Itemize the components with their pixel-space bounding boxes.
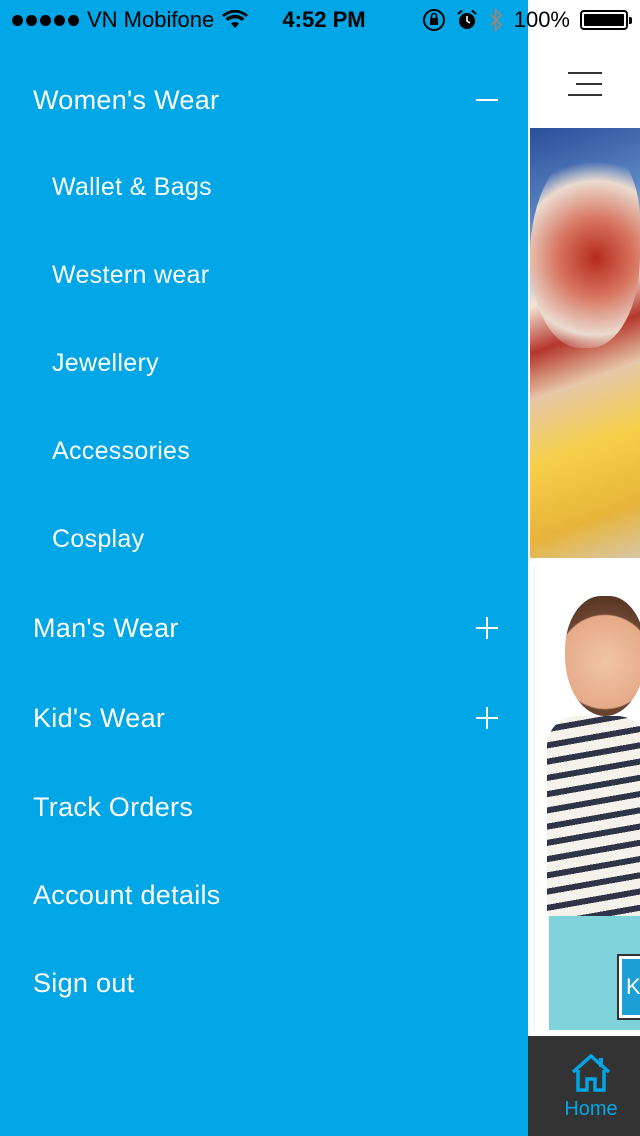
status-time: 4:52 PM <box>282 7 366 32</box>
menu-item-western-wear[interactable]: Western wear <box>0 235 528 315</box>
side-drawer: Women's Wear Wallet & Bags Western wear … <box>0 0 528 1136</box>
wifi-icon <box>222 10 249 28</box>
menu-item-label: Jewellery <box>52 348 159 377</box>
carrier-name: VN Mobifone <box>87 7 215 32</box>
tab-bar: Home <box>528 1036 640 1136</box>
orientation-lock-icon <box>422 9 445 31</box>
menu-item-label: Kid's Wear <box>33 702 166 733</box>
banner-image-seashell[interactable] <box>530 128 640 558</box>
menu-item-track-orders[interactable]: Track Orders <box>0 767 528 847</box>
banner-badge: K <box>619 956 640 1018</box>
signal-strength-icon <box>12 14 79 26</box>
menu-icon[interactable] <box>568 70 602 98</box>
menu-item-accessories[interactable]: Accessories <box>0 411 528 491</box>
menu-item-womens-wear[interactable]: Women's Wear <box>0 60 528 140</box>
expand-plus-icon[interactable] <box>476 707 498 729</box>
status-bar: VN Mobifone 4:52 PM 100% <box>0 0 640 40</box>
menu-item-label: Accessories <box>52 436 191 465</box>
menu-item-label: Cosplay <box>52 524 145 553</box>
seashell-image <box>530 148 640 348</box>
menu-item-label: Sign out <box>33 967 135 998</box>
menu-item-wallet-bags[interactable]: Wallet & Bags <box>0 147 528 227</box>
alarm-icon <box>457 9 477 29</box>
expand-plus-icon[interactable] <box>476 617 498 639</box>
status-right: 100% <box>422 0 632 40</box>
menu-item-label: Wallet & Bags <box>52 172 212 201</box>
banner-image-kids[interactable]: K <box>534 566 640 1030</box>
menu-item-label: Track Orders <box>33 791 194 822</box>
tab-home-label: Home <box>564 1097 618 1120</box>
home-icon <box>571 1053 611 1092</box>
collapse-minus-icon[interactable] <box>476 89 498 111</box>
menu-item-label: Women's Wear <box>33 84 220 115</box>
kid-photo <box>565 596 640 716</box>
main-content: K Home <box>528 0 640 1136</box>
bluetooth-icon <box>489 7 503 33</box>
menu-item-account-details[interactable]: Account details <box>0 855 528 935</box>
status-left: VN Mobifone <box>12 0 249 40</box>
menu-item-mans-wear[interactable]: Man's Wear <box>0 588 528 668</box>
menu-item-cosplay[interactable]: Cosplay <box>0 499 528 579</box>
battery-icon <box>580 10 632 30</box>
battery-percent: 100% <box>513 7 570 32</box>
menu-item-sign-out[interactable]: Sign out <box>0 943 528 1023</box>
menu-item-label: Account details <box>33 879 221 910</box>
menu-item-label: Western wear <box>52 260 210 289</box>
menu-item-kids-wear[interactable]: Kid's Wear <box>0 678 528 758</box>
tab-home[interactable]: Home <box>528 1036 640 1136</box>
menu-item-label: Man's Wear <box>33 612 179 643</box>
menu-item-jewellery[interactable]: Jewellery <box>0 323 528 403</box>
